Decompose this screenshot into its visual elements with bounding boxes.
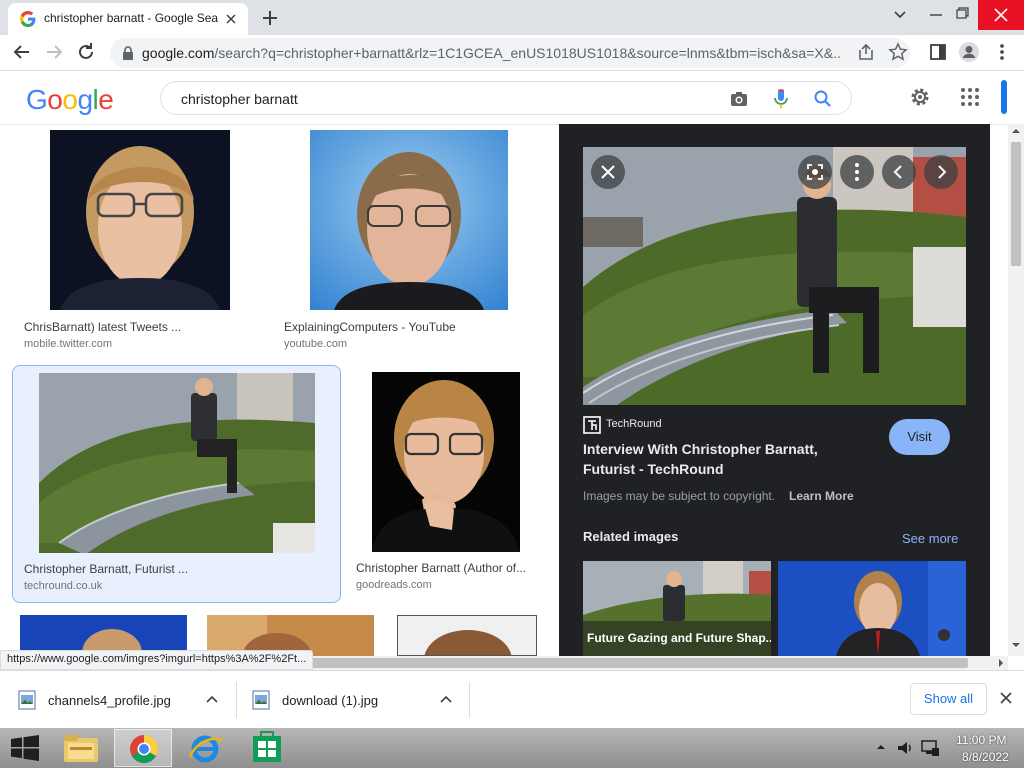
address-bar[interactable]: google.com/search?q=christopher+barnatt&…	[110, 38, 910, 68]
related-image-card[interactable]: Future Gazing and Future Shap...	[583, 561, 771, 656]
network-icon[interactable]	[920, 739, 940, 757]
show-all-downloads-button[interactable]: Show all	[910, 683, 987, 715]
result-caption[interactable]: ExplainingComputers - YouTube	[284, 320, 534, 334]
image-result-card[interactable]: Christopher Barnatt (Author of... goodre…	[352, 365, 540, 603]
tab-close-icon[interactable]	[222, 10, 240, 28]
result-thumbnail-image[interactable]	[50, 130, 230, 310]
apps-grid-icon[interactable]	[960, 87, 980, 107]
vertical-scroll-thumb[interactable]	[1011, 142, 1021, 266]
result-thumbnail-image[interactable]	[310, 130, 508, 310]
scroll-up-arrow-icon[interactable]	[1011, 124, 1021, 138]
taskbar-time[interactable]: 11:00 PM	[956, 733, 1006, 747]
share-icon[interactable]	[856, 42, 876, 62]
status-bubble-url: https://www.google.com/imgres?imgurl=htt…	[0, 650, 314, 670]
account-edge-indicator[interactable]	[1001, 80, 1007, 114]
window-close-icon[interactable]	[978, 0, 1024, 30]
google-favicon-icon	[20, 11, 36, 27]
result-thumbnail-image[interactable]	[39, 373, 315, 553]
panel-title-line2[interactable]: Futurist - TechRound	[583, 461, 724, 477]
url-text: google.com/search?q=christopher+barnatt&…	[142, 45, 842, 61]
result-caption[interactable]: Christopher Barnatt (Author of...	[356, 561, 536, 575]
taskbar-internet-explorer-icon[interactable]	[176, 729, 234, 767]
result-thumbnail-image[interactable]	[397, 615, 537, 656]
search-input[interactable]: christopher barnatt	[160, 81, 852, 115]
related-images-heading: Related images	[583, 529, 679, 544]
download-item[interactable]: channels4_profile.jpg	[18, 682, 236, 718]
visit-button[interactable]: Visit	[889, 419, 950, 455]
download-filename: download (1).jpg	[282, 693, 379, 708]
taskbar-store-icon[interactable]	[238, 729, 296, 767]
image-file-icon	[252, 690, 270, 710]
panel-title-line1[interactable]: Interview With Christopher Barnatt,	[583, 441, 818, 457]
microphone-icon[interactable]	[773, 88, 789, 110]
taskbar-chrome-icon[interactable]	[114, 729, 172, 767]
related-image-caption[interactable]: Future Gazing and Future Shap...	[587, 631, 771, 645]
browser-tab[interactable]: christopher barnatt - Google Sea	[8, 3, 248, 35]
volume-icon[interactable]	[896, 739, 914, 757]
download-chevron-up-icon[interactable]	[438, 692, 454, 708]
lock-icon[interactable]	[122, 46, 134, 60]
result-source[interactable]: mobile.twitter.com	[24, 338, 112, 350]
techround-logo-icon	[583, 416, 601, 434]
tab-title: christopher barnatt - Google Sea	[44, 11, 219, 25]
back-arrow-icon[interactable]	[10, 40, 34, 64]
vertical-scrollbar[interactable]	[1008, 124, 1024, 656]
download-item[interactable]: download (1).jpg	[252, 682, 470, 718]
tab-search-chevron-icon[interactable]	[880, 0, 920, 30]
windows-start-icon[interactable]	[10, 735, 40, 761]
image-file-icon	[18, 690, 36, 710]
restore-icon[interactable]	[942, 0, 982, 30]
search-query: christopher barnatt	[181, 91, 298, 107]
close-downloads-icon[interactable]	[998, 690, 1014, 706]
more-options-icon[interactable]	[840, 155, 874, 189]
result-caption[interactable]: Christopher Barnatt, Futurist ...	[24, 562, 324, 576]
taskbar-file-explorer-icon[interactable]	[52, 729, 110, 767]
settings-gear-icon[interactable]	[908, 85, 932, 109]
result-source[interactable]: youtube.com	[284, 338, 347, 350]
camera-lens-icon[interactable]	[729, 89, 749, 109]
bookmark-star-icon[interactable]	[888, 42, 908, 62]
related-image-card[interactable]	[778, 561, 966, 656]
image-result-card-selected[interactable]: Christopher Barnatt, Futurist ... techro…	[12, 365, 341, 603]
see-more-link[interactable]: See more	[902, 531, 958, 546]
download-chevron-up-icon[interactable]	[204, 692, 220, 708]
copyright-notice: Images may be subject to copyright.	[583, 489, 776, 503]
panel-site-name[interactable]: TechRound	[606, 418, 662, 430]
menu-kebab-icon[interactable]	[992, 42, 1012, 62]
google-logo[interactable]: Google	[26, 84, 114, 116]
download-divider	[469, 682, 470, 718]
reload-icon[interactable]	[74, 40, 98, 64]
new-tab-plus-icon[interactable]	[258, 6, 282, 30]
result-thumbnail-image[interactable]	[372, 372, 520, 552]
scroll-down-arrow-icon[interactable]	[1011, 638, 1021, 652]
lens-search-icon[interactable]	[798, 155, 832, 189]
show-hidden-icons-icon[interactable]	[876, 742, 886, 752]
forward-arrow-icon[interactable]	[42, 40, 66, 64]
result-source[interactable]: goodreads.com	[356, 579, 432, 591]
download-filename: channels4_profile.jpg	[48, 693, 171, 708]
scroll-right-arrow-icon[interactable]	[994, 656, 1008, 670]
learn-more-link[interactable]: Learn More	[789, 489, 854, 503]
image-result-card[interactable]: ExplainingComputers - YouTube youtube.co…	[278, 130, 540, 352]
previous-image-icon[interactable]	[882, 155, 916, 189]
result-source[interactable]: techround.co.uk	[24, 580, 102, 592]
image-result-card[interactable]: ChrisBarnatt) latest Tweets ... mobile.t…	[18, 130, 260, 352]
download-divider	[236, 682, 237, 718]
close-preview-icon[interactable]	[591, 155, 625, 189]
result-caption[interactable]: ChrisBarnatt) latest Tweets ...	[24, 320, 254, 334]
taskbar-date[interactable]: 8/8/2022	[962, 750, 1009, 764]
next-image-icon[interactable]	[924, 155, 958, 189]
profile-avatar-icon[interactable]	[958, 41, 980, 63]
side-panel-icon[interactable]	[928, 42, 948, 62]
search-icon[interactable]	[813, 89, 833, 109]
